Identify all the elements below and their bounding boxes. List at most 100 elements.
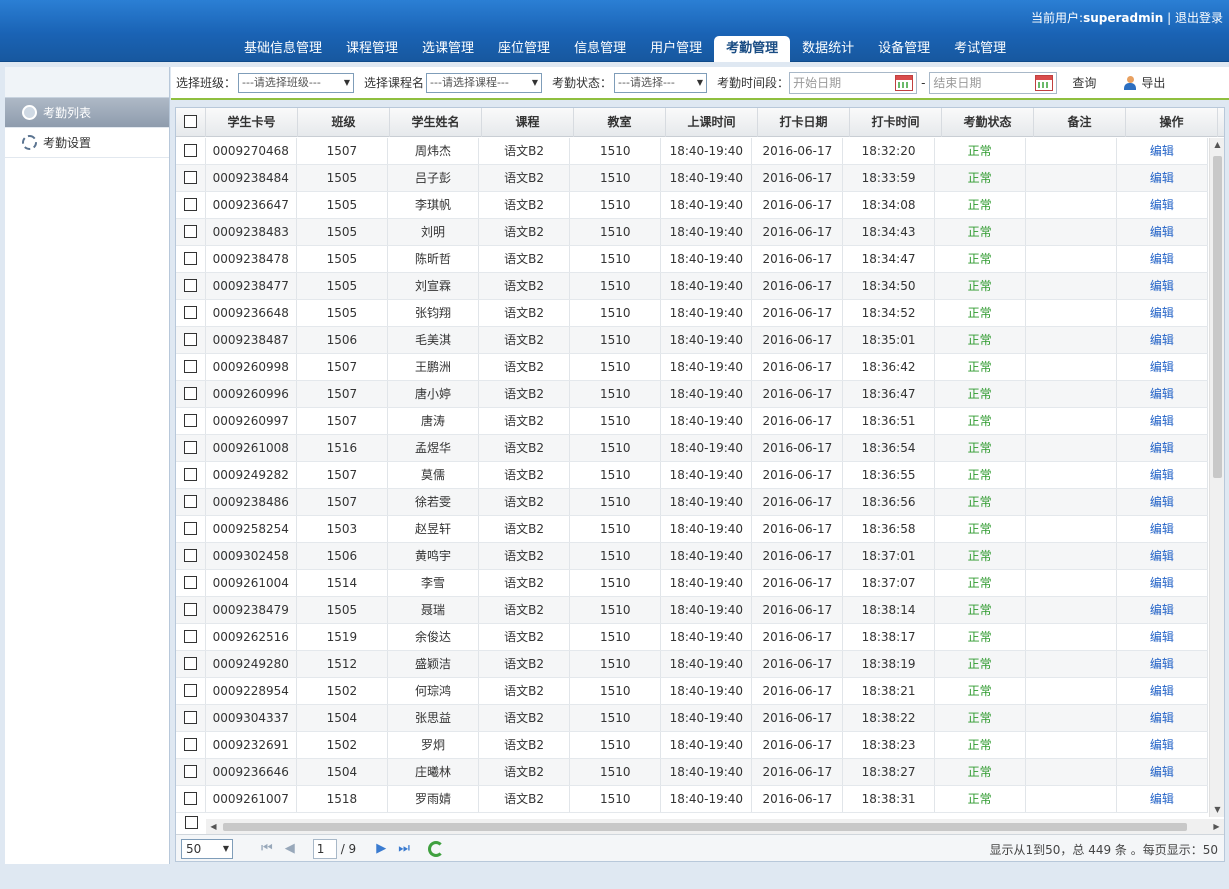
edit-link[interactable]: 编辑 [1117,462,1208,488]
row-checkbox[interactable] [183,198,197,211]
nav-tab[interactable]: 课程管理 [334,36,410,62]
nav-tab[interactable]: 用户管理 [638,36,714,62]
scroll-left-icon[interactable]: ◀ [206,819,221,834]
row-checkbox[interactable] [183,495,197,508]
end-date-input[interactable]: 结束日期 [929,71,1058,94]
column-header[interactable]: 上课时间 [666,108,758,137]
table-row[interactable]: 0009261008 1516 孟煜华 语文B2 1510 18:40-19:40 2016… [176,435,1208,462]
edit-link[interactable]: 编辑 [1117,732,1208,758]
refresh-icon[interactable] [427,840,444,857]
row-checkbox[interactable] [183,549,197,562]
edit-link[interactable]: 编辑 [1117,327,1208,353]
table-row[interactable]: 0009302458 1506 黄鸣宇 语文B2 1510 18:40-19:40 2016… [176,543,1208,570]
table-row[interactable]: 0009236646 1504 庄曦林 语文B2 1510 18:40-19:40 2016… [176,759,1208,786]
horizontal-scroll-thumb[interactable] [223,823,1187,831]
table-row[interactable]: 0009304337 1504 张思益 语文B2 1510 18:40-19:40 2016… [176,705,1208,732]
row-checkbox[interactable] [183,225,197,238]
nav-tab[interactable]: 考勤管理 [714,36,791,62]
table-row[interactable]: 0009236647 1505 李琪帆 语文B2 1510 18:40-19:40 2016… [176,192,1208,219]
edit-link[interactable]: 编辑 [1117,759,1208,785]
first-page-icon[interactable]: ⏮ [261,841,273,856]
table-row[interactable]: 0009261007 1518 罗雨婧 语文B2 1510 18:40-19:40 2016… [176,786,1208,813]
row-checkbox[interactable] [183,468,197,481]
table-row[interactable]: 0009258254 1503 赵昱轩 语文B2 1510 18:40-19:40 2016… [176,516,1208,543]
table-row[interactable]: 0009238478 1505 陈昕哲 语文B2 1510 18:40-19:40 2016… [176,246,1208,273]
edit-link[interactable]: 编辑 [1117,786,1208,812]
table-row[interactable]: 0009249282 1507 莫儒 语文B2 1510 18:40-19:40 2016-… [176,462,1208,489]
row-checkbox[interactable] [184,816,198,829]
select-all-checkbox[interactable] [184,115,197,128]
edit-link[interactable]: 编辑 [1117,273,1208,299]
row-checkbox[interactable] [183,657,197,670]
horizontal-scrollbar[interactable]: ◀ ▶ [206,819,1224,834]
row-checkbox[interactable] [183,441,197,454]
edit-link[interactable]: 编辑 [1117,435,1208,461]
nav-tab[interactable]: 座位管理 [486,36,562,62]
column-header[interactable]: 课程 [482,108,574,137]
next-page-icon[interactable]: ▶ [376,841,386,856]
scroll-up-icon[interactable]: ▲ [1210,138,1224,152]
nav-tab[interactable]: 信息管理 [562,36,638,62]
edit-link[interactable]: 编辑 [1117,300,1208,326]
row-checkbox[interactable] [183,252,197,265]
row-checkbox[interactable] [183,522,197,535]
edit-link[interactable]: 编辑 [1117,354,1208,380]
page-size-select[interactable]: 50 [181,838,233,859]
row-checkbox[interactable] [183,333,197,346]
row-checkbox[interactable] [183,279,197,292]
column-header[interactable]: 学生卡号 [206,108,298,137]
edit-link[interactable]: 编辑 [1117,651,1208,677]
row-checkbox[interactable] [183,711,197,724]
row-checkbox[interactable] [183,765,197,778]
query-button[interactable]: 查询 [1072,74,1096,91]
table-row[interactable]: 0009238484 1505 吕子彭 语文B2 1510 18:40-19:40 2016… [176,165,1208,192]
row-checkbox[interactable] [183,738,197,751]
table-row[interactable]: 0009232691 1502 罗炯 语文B2 1510 18:40-19:40 2016-… [176,732,1208,759]
column-header[interactable]: 打卡日期 [758,108,850,137]
edit-link[interactable]: 编辑 [1117,678,1208,704]
column-header[interactable]: 打卡时间 [850,108,942,137]
edit-link[interactable]: 编辑 [1117,570,1208,596]
edit-link[interactable]: 编辑 [1117,705,1208,731]
vertical-scroll-thumb[interactable] [1213,156,1222,478]
nav-tab[interactable]: 考试管理 [942,36,1018,62]
row-checkbox[interactable] [183,306,197,319]
status-select[interactable]: ---请选择--- [614,72,708,93]
edit-link[interactable]: 编辑 [1117,597,1208,623]
table-row[interactable]: 0009260998 1507 王鹏洲 语文B2 1510 18:40-19:40 2016… [176,354,1208,381]
table-row[interactable]: 0009238479 1505 聂瑞 语文B2 1510 18:40-19:40 2016-… [176,597,1208,624]
row-checkbox[interactable] [183,576,197,589]
logout-link[interactable]: 退出登录 [1175,11,1223,25]
prev-page-icon[interactable]: ◀ [285,841,295,856]
scroll-down-icon[interactable]: ▼ [1210,803,1224,817]
edit-link[interactable]: 编辑 [1117,246,1208,272]
row-checkbox[interactable] [183,360,197,373]
column-header[interactable]: 班级 [298,108,390,137]
table-row[interactable]: 0009236648 1505 张钧翔 语文B2 1510 18:40-19:40 2016… [176,300,1208,327]
course-select[interactable]: ---请选择课程--- [426,72,543,93]
table-row[interactable]: 0009238483 1505 刘明 语文B2 1510 18:40-19:40 2016-… [176,219,1208,246]
table-row[interactable]: 0009260997 1507 唐涛 语文B2 1510 18:40-19:40 2016-… [176,408,1208,435]
start-date-input[interactable]: 开始日期 [789,71,918,94]
edit-link[interactable]: 编辑 [1117,381,1208,407]
column-header[interactable]: 备注 [1034,108,1126,137]
column-header[interactable]: 学生姓名 [390,108,482,137]
scroll-right-icon[interactable]: ▶ [1209,819,1224,834]
column-header[interactable]: 考勤状态 [942,108,1034,137]
table-row[interactable]: 0009262516 1519 余俊达 语文B2 1510 18:40-19:40 2016… [176,624,1208,651]
edit-link[interactable]: 编辑 [1117,219,1208,245]
row-checkbox[interactable] [183,387,197,400]
nav-tab[interactable]: 设备管理 [866,36,942,62]
table-row[interactable]: 0009249280 1512 盛颖洁 语文B2 1510 18:40-19:40 2016… [176,651,1208,678]
edit-link[interactable]: 编辑 [1117,624,1208,650]
row-checkbox[interactable] [183,603,197,616]
calendar-icon[interactable] [1035,74,1054,91]
edit-link[interactable]: 编辑 [1117,543,1208,569]
calendar-icon[interactable] [895,74,914,91]
nav-tab[interactable]: 选课管理 [410,36,486,62]
row-checkbox[interactable] [183,630,197,643]
row-checkbox[interactable] [183,792,197,805]
table-row[interactable]: 0009238486 1507 徐若雯 语文B2 1510 18:40-19:40 2016… [176,489,1208,516]
table-row[interactable]: 0009270468 1507 周炜杰 语文B2 1510 18:40-19:40 2016… [176,138,1208,165]
edit-link[interactable]: 编辑 [1117,138,1208,164]
